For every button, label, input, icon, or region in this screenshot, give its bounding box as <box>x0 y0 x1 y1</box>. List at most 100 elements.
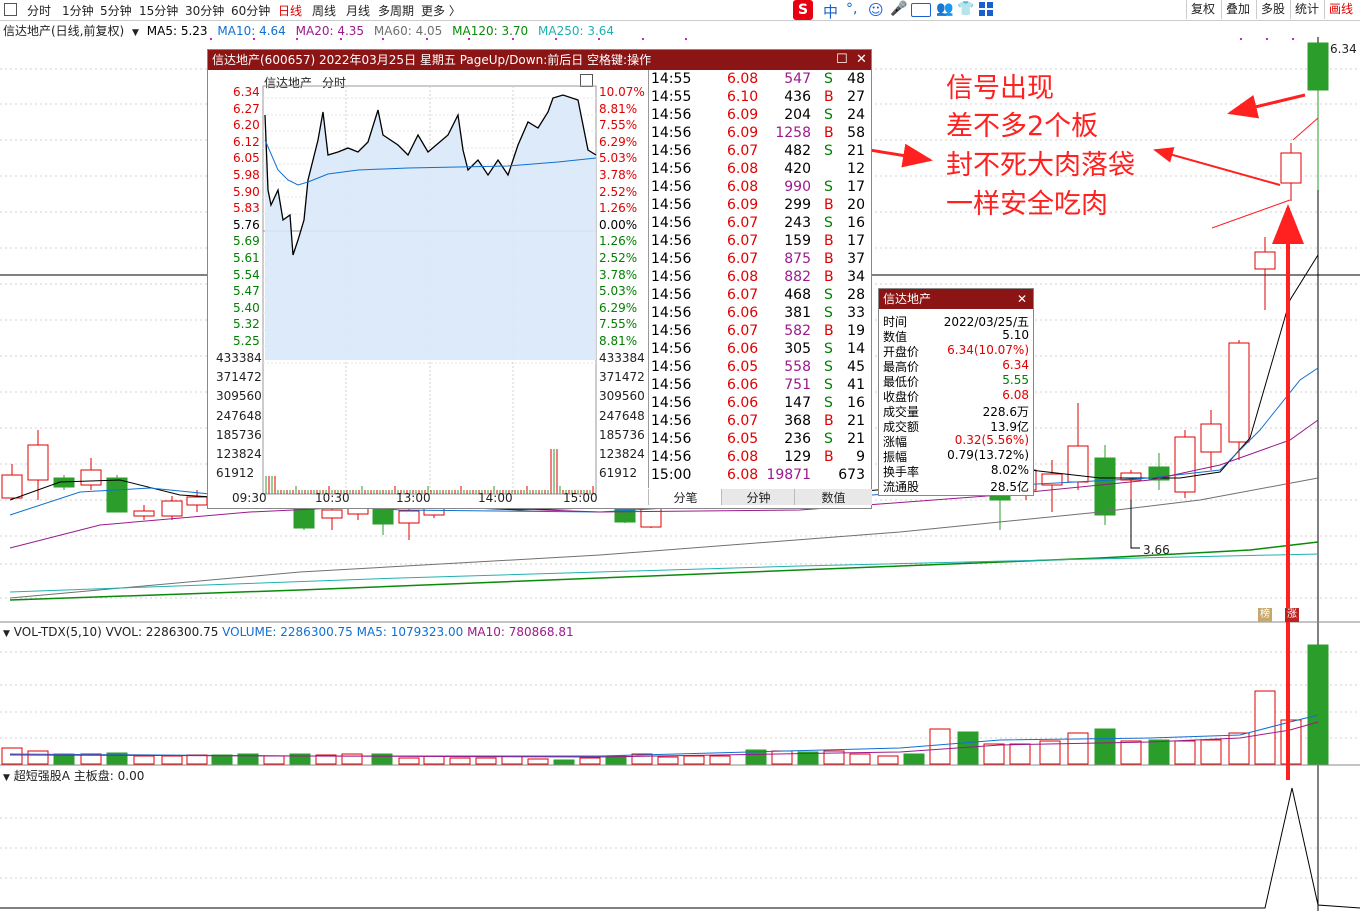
intraday-chart[interactable] <box>208 70 648 508</box>
trade-row[interactable]: 14:56 6.06 381 S 33 <box>649 305 869 323</box>
ime-mode-label[interactable]: 中 <box>823 1 838 22</box>
trade-row[interactable]: 14:56 6.07 159 B 17 <box>649 233 869 251</box>
trade-row[interactable]: 15:00 6.08 19871 673 <box>649 467 869 485</box>
microphone-icon[interactable]: 🎤 <box>890 1 907 17</box>
trade-time: 14:56 <box>651 395 692 411</box>
trade-row[interactable]: 14:55 6.10 436 B 27 <box>649 89 869 107</box>
tab-7[interactable]: 周线 <box>312 2 336 19</box>
intraday-popup[interactable]: 信达地产(600657) 2022年03月25日 星期五 PageUp/Down… <box>207 49 872 509</box>
info-title-bar[interactable]: 信达地产 ✕ <box>879 289 1033 309</box>
toolbar-button-0[interactable]: 复权 <box>1186 0 1219 19</box>
trade-count: 16 <box>847 215 865 231</box>
tab-5[interactable]: 60分钟 <box>231 2 270 19</box>
rank-tag[interactable]: 榜 <box>1258 608 1272 622</box>
tab-3[interactable]: 15分钟 <box>139 2 178 19</box>
info-row: 振幅 0.79(13.72%) <box>879 448 1033 464</box>
candle-body <box>27 444 49 481</box>
info-value: 5.55 <box>1002 373 1029 387</box>
tab-2[interactable]: 5分钟 <box>100 2 132 19</box>
tab-9[interactable]: 多周期 <box>378 2 414 19</box>
pct-tick-2: 7.55% <box>599 118 638 133</box>
trade-row[interactable]: 14:56 6.08 882 B 34 <box>649 269 869 287</box>
punctuation-icon[interactable]: °, <box>846 1 857 17</box>
trade-row[interactable]: 14:56 6.05 236 S 21 <box>649 431 869 449</box>
trade-row[interactable]: 14:56 6.07 482 S 21 <box>649 143 869 161</box>
trade-price: 6.07 <box>727 413 759 429</box>
info-row: 最高价 6.34 <box>879 358 1033 374</box>
trade-row[interactable]: 14:56 6.06 305 S 14 <box>649 341 869 359</box>
users-icon[interactable]: 👥 <box>936 1 953 17</box>
candle-body <box>161 500 183 517</box>
trade-row[interactable]: 14:56 6.09 204 S 24 <box>649 107 869 125</box>
dropdown-icon[interactable]: ▼ <box>132 28 139 38</box>
candle-body <box>1 474 23 499</box>
pct-tick-6: 2.52% <box>599 184 638 199</box>
pct-tick-5: 3.78% <box>599 168 638 182</box>
toolbar-button-4[interactable]: 画线 <box>1324 0 1357 19</box>
info-row: 最低价 5.55 <box>879 373 1033 389</box>
indicator-title: 超短强股A <box>13 769 70 783</box>
trade-row[interactable]: 14:56 6.06 147 S 16 <box>649 395 869 413</box>
collapse-icon[interactable]: ▼ <box>3 629 10 639</box>
toolbar-button-2[interactable]: 多股 <box>1256 0 1289 19</box>
toolbar-button-3[interactable]: 统计 <box>1290 0 1323 19</box>
dot-marker <box>1292 38 1294 40</box>
pct-tick-11: 3.78% <box>599 267 638 282</box>
popup-tab-2[interactable]: 数值 <box>794 489 872 505</box>
trade-volume: 751 <box>784 377 811 393</box>
trade-count: 27 <box>847 89 865 105</box>
volume-bar <box>211 754 233 765</box>
limit-up-tag[interactable]: 涨 <box>1285 608 1299 622</box>
close-icon[interactable]: ✕ <box>1017 289 1027 309</box>
trade-row[interactable]: 14:56 6.09 299 B 20 <box>649 197 869 215</box>
sogou-ime-icon[interactable]: S <box>793 0 813 20</box>
tab-8[interactable]: 月线 <box>346 2 370 19</box>
trade-row[interactable]: 14:56 6.05 558 S 45 <box>649 359 869 377</box>
trade-time: 14:56 <box>651 305 692 321</box>
trade-time: 14:55 <box>651 71 692 87</box>
tab-1[interactable]: 1分钟 <box>62 2 94 19</box>
popup-title: 信达地产(600657) 2022年03月25日 星期五 PageUp/Down… <box>212 53 652 67</box>
trade-price: 6.08 <box>727 467 759 483</box>
ma5-label: MA5: 5.23 <box>146 24 208 38</box>
maximize-icon[interactable]: ☐ <box>836 50 848 70</box>
trade-count: 17 <box>847 233 865 249</box>
trade-row[interactable]: 14:56 6.07 368 B 21 <box>649 413 869 431</box>
tab-10[interactable]: 更多 〉 <box>421 2 461 19</box>
trade-row[interactable]: 14:56 6.08 990 S 17 <box>649 179 869 197</box>
price-tick-10: 5.61 <box>233 251 260 265</box>
popup-tab-1[interactable]: 分钟 <box>721 489 795 505</box>
volume-bar <box>1120 740 1142 765</box>
trade-row[interactable]: 14:56 6.07 875 B 37 <box>649 251 869 269</box>
trade-row[interactable]: 14:56 6.09 1258 B 58 <box>649 125 869 143</box>
toolbar-button-1[interactable]: 叠加 <box>1221 0 1254 19</box>
candle-body <box>1094 457 1116 516</box>
quote-info-box[interactable]: 信达地产 ✕ 时间 2022/03/25/五 数值 5.10 开盘价 6.34(10.07… <box>878 288 1034 496</box>
volume-bar <box>186 754 208 765</box>
tab-6[interactable]: 日线 <box>278 2 302 19</box>
trade-volume: 129 <box>784 449 811 465</box>
keyboard-icon[interactable] <box>911 3 931 17</box>
popup-tab-0[interactable]: 分笔 <box>648 489 722 505</box>
trade-count: 48 <box>847 71 865 87</box>
trade-row[interactable]: 14:56 6.07 243 S 16 <box>649 215 869 233</box>
grid-menu-icon[interactable] <box>979 2 993 16</box>
smile-icon[interactable]: ☺ <box>868 1 884 19</box>
price-tick-15: 5.25 <box>233 334 260 348</box>
trade-count: 20 <box>847 197 865 213</box>
trade-row[interactable]: 14:55 6.08 547 S 48 <box>649 71 869 89</box>
shirt-icon[interactable]: 👕 <box>957 1 974 17</box>
close-icon[interactable]: ✕ <box>856 50 867 70</box>
tick-trades-list[interactable]: 14:55 6.08 547 S 48 14:55 6.10 436 B 27 14:56 6.09 2… <box>648 70 872 488</box>
trade-row[interactable]: 14:56 6.07 582 B 19 <box>649 323 869 341</box>
window-icon[interactable] <box>4 3 17 16</box>
trade-row[interactable]: 14:56 6.06 751 S 41 <box>649 377 869 395</box>
tab-4[interactable]: 30分钟 <box>185 2 224 19</box>
popup-title-bar[interactable]: 信达地产(600657) 2022年03月25日 星期五 PageUp/Down… <box>208 50 871 70</box>
trade-row[interactable]: 14:56 6.08 420 12 <box>649 161 869 179</box>
trade-row[interactable]: 14:56 6.07 468 S 28 <box>649 287 869 305</box>
price-tick-3: 6.12 <box>233 134 260 149</box>
tab-0[interactable]: 分时 <box>27 2 51 19</box>
trade-row[interactable]: 14:56 6.08 129 B 9 <box>649 449 869 467</box>
collapse-icon[interactable]: ▼ <box>3 773 10 783</box>
